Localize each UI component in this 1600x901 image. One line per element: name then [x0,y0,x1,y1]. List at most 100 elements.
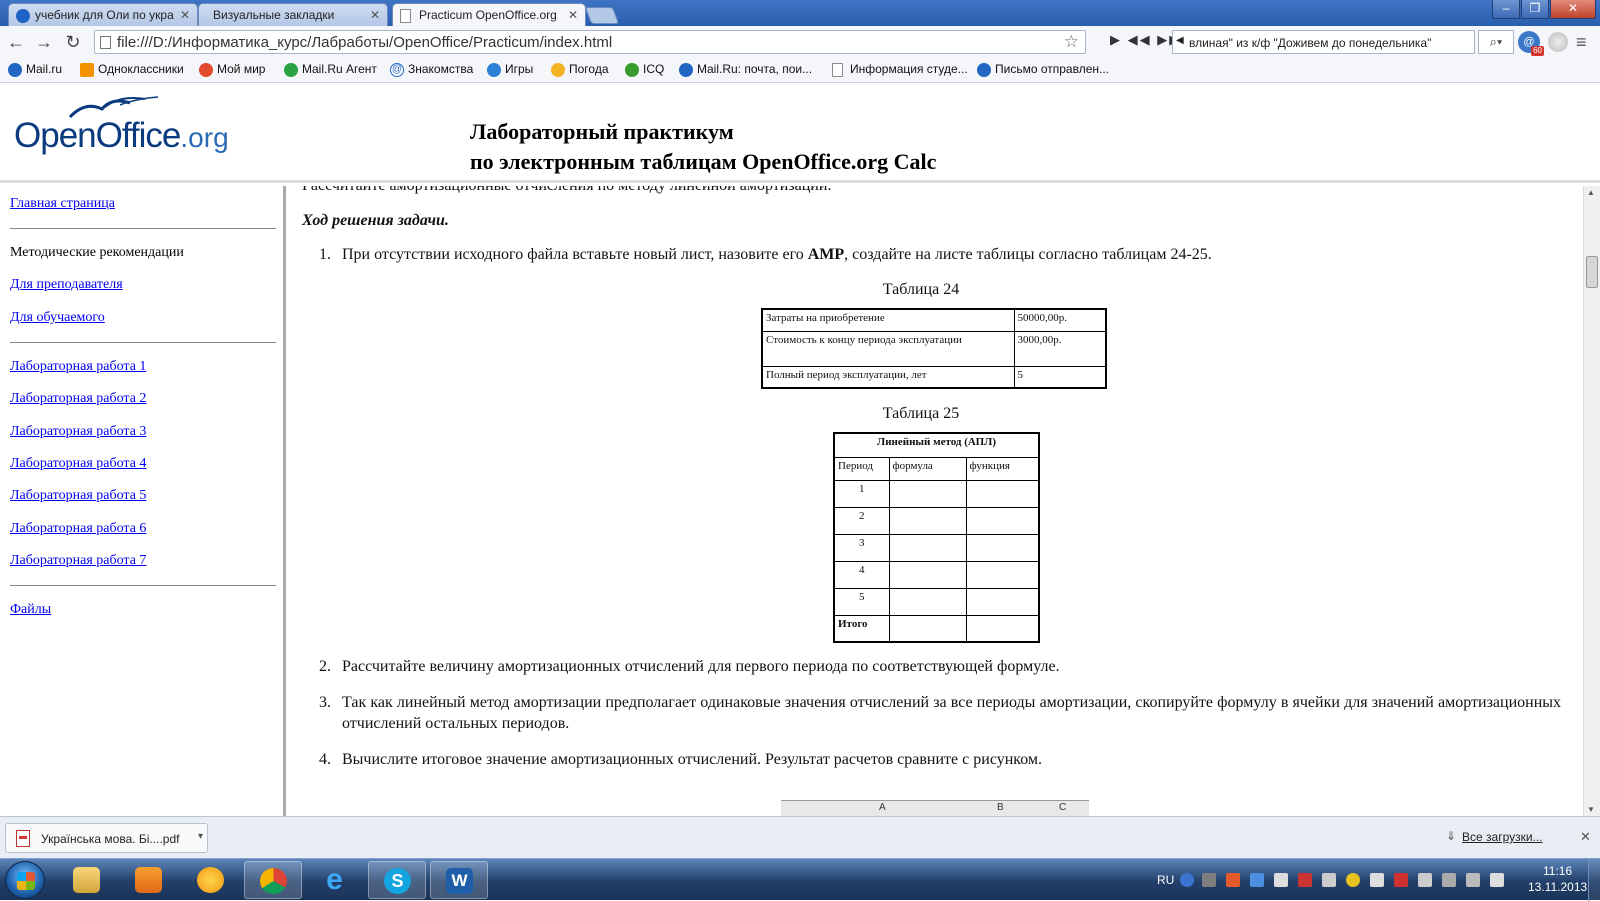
scroll-down-icon[interactable]: ▼ [1587,805,1595,814]
bookmark-item[interactable]: Mail.ru [8,62,63,77]
maximize-button[interactable]: ❐ [1521,0,1549,19]
media-track-box[interactable]: ◀ влиная" из к/ф "Доживем до понедельник… [1172,30,1475,54]
bookmark-label: Mail.Ru: почта, пои... [697,62,813,76]
bookmark-item[interactable]: Mail.Ru Агент [284,62,377,77]
window-close-button[interactable]: ✕ [1550,0,1596,19]
bookmark-item[interactable]: @ Знакомства [390,62,473,77]
language-indicator[interactable]: RU [1157,873,1174,887]
forward-arrow-icon[interactable]: → [33,31,55,53]
new-tab-button[interactable] [584,7,620,24]
bookmark-item[interactable]: Одноклассники [80,62,184,77]
sheet-column-header: A [879,802,886,813]
table-cell [965,587,1040,616]
step-2: 2. Рассчитайте величину амортизационных … [319,656,1561,677]
bookmark-item[interactable]: Письмо отправлен... [977,62,1109,77]
step-text-part: При отсутствии исходного файла вставьте … [342,246,808,263]
tray-app-icon[interactable] [1370,873,1384,887]
download-item[interactable]: Українська мова. Бі....pdf ▾ [5,823,208,853]
sidebar-item-home[interactable]: Главная страница [10,196,115,212]
scrollbar-thumb[interactable] [1586,256,1598,288]
sidebar-item-lab-3[interactable]: Лабораторная работа 3 [10,424,146,440]
tab-textbook[interactable]: учебник для Оли по укра ✕ [8,3,198,26]
sidebar-item-student[interactable]: Для обучаемого [10,310,105,326]
sidebar-item-lab-6[interactable]: Лабораторная работа 6 [10,521,146,537]
show-desktop-button[interactable] [1588,859,1600,901]
reload-icon[interactable]: ↻ [62,31,84,53]
bookmark-item[interactable]: Погода [551,62,609,77]
play-icon[interactable]: ▶ [1110,32,1122,47]
close-icon[interactable]: ✕ [370,8,380,22]
chevron-down-icon[interactable]: ▾ [198,831,203,842]
word-icon: W [446,868,473,894]
bookmark-item[interactable]: Информация студе... [832,62,968,77]
chrome-taskbar-button[interactable] [244,861,302,899]
table-cell: 3 [833,533,890,562]
close-icon[interactable]: ✕ [1580,829,1591,845]
table-cell [965,506,1040,535]
mail-agent-taskbar-button[interactable] [182,861,240,899]
close-icon[interactable]: ✕ [180,8,190,22]
bookmark-label: Mail.ru [26,62,63,76]
sheet-column-header: C [1059,802,1067,813]
extension-icon[interactable] [1548,32,1568,52]
sidebar-item-lab-1[interactable]: Лабораторная работа 1 [10,359,146,375]
minimize-button[interactable]: – [1492,0,1520,19]
scroll-up-icon[interactable]: ▲ [1587,188,1595,197]
rewind-icon[interactable]: ◀◀ [1128,32,1152,47]
tab-visual-bookmarks[interactable]: Визуальные закладки ✕ [198,3,388,26]
tray-app-icon[interactable] [1346,873,1360,887]
signal-icon[interactable] [1466,873,1480,887]
word-taskbar-button[interactable]: W [430,861,488,899]
sidebar-item-lab-7[interactable]: Лабораторная работа 7 [10,553,146,569]
menu-icon[interactable]: ≡ [1576,32,1587,53]
tab-label: учебник для Оли по укра [35,8,174,22]
bookmark-item[interactable]: Игры [487,62,533,77]
mailru-icon [16,9,30,23]
show-all-downloads-link[interactable]: Все загрузки... [1462,830,1543,844]
bookmark-item[interactable]: ICQ [625,62,664,77]
page-icon [832,63,843,77]
close-icon[interactable]: ✕ [568,8,578,22]
tray-app-icon[interactable] [1442,873,1456,887]
bookmark-item[interactable]: Mail.Ru: почта, пои... [679,62,813,77]
table-row: 2 [833,506,1040,535]
explorer-taskbar-button[interactable] [58,861,116,899]
step-text: Вычислите итоговое значение амортизацион… [342,751,1043,768]
sidebar-item-teacher[interactable]: Для преподавателя [10,277,123,293]
address-bar[interactable]: file:///D:/Информатика_курс/Лабработы/Op… [94,30,1086,54]
sidebar-item-lab-4[interactable]: Лабораторная работа 4 [10,456,146,472]
logo-main-text: OpenOffice [14,116,181,155]
search-icon[interactable]: ⌕▾ [1478,30,1514,54]
table-row: Стоимость к концу периода эксплуатации 3… [761,330,1107,367]
mail-extension-icon[interactable]: @60 [1518,31,1544,56]
tray-app-icon[interactable] [1322,873,1336,887]
divider [10,585,276,586]
ie-taskbar-button[interactable]: e [306,861,364,899]
download-filename: Українська мова. Бі....pdf [41,832,180,846]
media-player-taskbar-button[interactable] [120,861,178,899]
antivirus-icon[interactable] [1298,873,1312,887]
help-icon[interactable] [1180,873,1194,887]
bluetooth-icon[interactable] [1250,873,1264,887]
skype-taskbar-button[interactable]: S [368,861,426,899]
flag-icon[interactable] [1274,873,1288,887]
openoffice-logo: OpenOffice.org [14,116,229,156]
back-arrow-icon[interactable]: ← [5,31,27,53]
vertical-scrollbar[interactable]: ▲ ▼ [1583,186,1600,816]
tray-app-icon[interactable] [1418,873,1432,887]
sidebar-item-lab-2[interactable]: Лабораторная работа 2 [10,391,146,407]
tray-app-icon[interactable] [1226,873,1240,887]
table-cell [965,560,1040,589]
tab-practicum[interactable]: Practicum OpenOffice.org ✕ [392,3,586,27]
system-clock[interactable]: 11:16 13.11.2013 [1528,863,1587,895]
sidebar-item-files[interactable]: Файлы [10,602,51,618]
sidebar-item-lab-5[interactable]: Лабораторная работа 5 [10,488,146,504]
bookmark-item[interactable]: Мой мир [199,62,265,77]
bookmark-star-icon[interactable]: ☆ [1064,32,1079,52]
network-icon[interactable] [1202,873,1216,887]
folder-icon [73,867,100,893]
tray-app-icon[interactable] [1394,873,1408,887]
at-icon: @ [390,63,404,77]
start-button[interactable] [5,861,45,899]
volume-icon[interactable] [1490,873,1504,887]
